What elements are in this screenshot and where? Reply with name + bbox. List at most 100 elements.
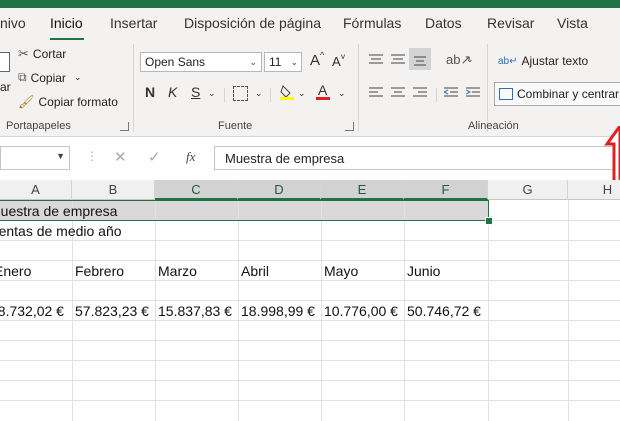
alignment-group-label: Alineación — [468, 120, 519, 132]
col-line — [488, 200, 489, 421]
cell-month-2[interactable]: Febrero — [75, 263, 124, 279]
cell-amount-4[interactable]: 18.998,99 € — [241, 303, 315, 319]
chevron-down-icon[interactable]: ▼ — [56, 151, 65, 161]
cut-button[interactable]: ✂ Cortar — [18, 46, 66, 62]
row-line — [0, 260, 620, 261]
tab-datos[interactable]: Datos — [425, 15, 462, 31]
tab-revisar[interactable]: Revisar — [487, 15, 534, 31]
chevron-down-icon[interactable]: ⌄ — [338, 88, 346, 99]
tab-inicio[interactable]: Inicio — [50, 15, 83, 31]
font-group-label: Fuente — [218, 120, 253, 132]
scissors-icon: ✂ — [18, 46, 29, 61]
font-name-select[interactable]: Open Sans ⌄ — [140, 52, 262, 72]
cell-month-4[interactable]: Abril — [241, 263, 269, 279]
font-size-value: 11 — [269, 55, 282, 69]
arrow-annotation-icon — [604, 123, 620, 186]
font-launcher-icon[interactable] — [345, 122, 354, 131]
divider — [436, 88, 437, 102]
fill-color-icon[interactable] — [280, 84, 294, 100]
col-line — [568, 200, 569, 421]
cell-amount-1[interactable]: 38.732,02 € — [0, 303, 64, 319]
cell-a2[interactable]: Ventas de medio año — [0, 223, 122, 239]
column-header-g[interactable]: G — [488, 180, 568, 200]
grow-font-button[interactable]: A — [310, 52, 320, 69]
spreadsheet-grid[interactable]: A B C D E F G H Muestra de empresa Venta… — [0, 180, 620, 421]
row-line — [0, 340, 620, 341]
increase-indent-icon[interactable] — [465, 86, 480, 98]
chevron-down-icon[interactable]: ⌄ — [466, 54, 474, 65]
align-middle-icon[interactable] — [391, 52, 405, 64]
enter-icon[interactable]: ✓ — [148, 148, 161, 166]
caret-up-icon: ^ — [320, 50, 325, 60]
cell-month-5[interactable]: Mayo — [324, 263, 358, 279]
cell-month-3[interactable]: Marzo — [158, 263, 197, 279]
name-box[interactable]: ▼ — [0, 146, 70, 170]
align-left-icon[interactable] — [369, 86, 383, 98]
paste-label[interactable]: ar — [0, 80, 11, 94]
align-center-icon[interactable] — [391, 86, 405, 98]
bold-button[interactable]: N — [145, 84, 155, 100]
cell-month-6[interactable]: Junio — [407, 263, 440, 279]
shrink-font-button[interactable]: A — [332, 54, 341, 69]
cell-amount-6[interactable]: 50.746,72 € — [407, 303, 481, 319]
italic-button[interactable]: K — [168, 84, 177, 100]
cell-amount-2[interactable]: 57.823,23 € — [75, 303, 149, 319]
divider — [133, 44, 134, 132]
cell-month-1[interactable]: Enero — [0, 263, 31, 279]
tab-formulas[interactable]: Fórmulas — [343, 15, 401, 31]
row-line — [0, 300, 620, 301]
cell-a1[interactable]: Muestra de empresa — [0, 203, 117, 219]
cell-amount-3[interactable]: 15.837,83 € — [158, 303, 232, 319]
chevron-down-icon[interactable]: ⌄ — [255, 88, 263, 99]
tab-insertar[interactable]: Insertar — [110, 15, 157, 31]
chevron-down-icon: ⌄ — [290, 57, 298, 67]
chevron-down-icon[interactable]: ⌄ — [208, 88, 216, 99]
column-header-b[interactable]: B — [72, 180, 155, 200]
cancel-icon[interactable]: ✕ — [114, 148, 127, 166]
font-color-swatch — [316, 97, 330, 100]
col-line — [155, 200, 156, 421]
cut-label: Cortar — [32, 47, 67, 61]
chevron-down-icon[interactable]: ⌄ — [298, 88, 306, 99]
font-name-value: Open Sans — [145, 55, 206, 69]
column-header-f[interactable]: F — [404, 180, 488, 200]
row-line — [0, 400, 620, 401]
font-color-icon[interactable]: A — [316, 82, 330, 100]
font-size-select[interactable]: 11 ⌄ — [264, 52, 302, 72]
align-top-icon[interactable] — [369, 52, 383, 64]
divider — [487, 44, 488, 132]
borders-icon[interactable] — [233, 86, 248, 101]
copy-format-button[interactable]: 🖌 Copiar formato — [18, 94, 118, 110]
cell-amount-5[interactable]: 10.776,00 € — [324, 303, 398, 319]
merge-center-button[interactable]: Combinar y centrar — [494, 82, 620, 106]
decrease-indent-icon[interactable] — [442, 86, 458, 98]
column-header-c[interactable]: C — [155, 180, 238, 200]
tab-archivo[interactable]: nivo — [0, 15, 26, 31]
column-header-h[interactable]: H — [568, 180, 620, 200]
more-options-icon[interactable]: ⋮ — [86, 149, 98, 163]
copy-label: Copiar — [30, 70, 66, 85]
copy-button[interactable]: ⧉ Copiar ⌄ — [18, 70, 81, 85]
column-header-d[interactable]: D — [238, 180, 321, 200]
tab-disposicion[interactable]: Disposición de página — [184, 15, 321, 31]
underline-button[interactable]: S — [191, 84, 200, 100]
ribbon-tabs: nivo Inicio Insertar Disposición de pági… — [0, 8, 620, 41]
chevron-down-icon: ⌄ — [249, 57, 257, 67]
clipboard-launcher-icon[interactable] — [120, 122, 129, 131]
clipboard-group-label: Portapapeles — [6, 120, 71, 132]
insert-function-icon[interactable]: fx — [186, 149, 195, 165]
align-bottom-button[interactable] — [409, 48, 431, 70]
column-header-e[interactable]: E — [321, 180, 404, 200]
col-line — [404, 200, 405, 421]
divider — [358, 44, 359, 132]
title-bar-strip — [0, 0, 620, 8]
tab-vista[interactable]: Vista — [557, 15, 588, 31]
chevron-down-icon[interactable]: ⌄ — [74, 72, 82, 83]
column-header-a[interactable]: A — [0, 180, 72, 200]
paste-icon[interactable] — [0, 52, 10, 72]
align-right-icon[interactable] — [413, 86, 427, 98]
formula-input[interactable]: Muestra de empresa — [214, 146, 620, 170]
merge-center-icon — [499, 88, 513, 100]
wrap-text-button[interactable]: ab↵ Ajustar texto — [498, 54, 588, 68]
fill-handle[interactable] — [485, 217, 493, 225]
